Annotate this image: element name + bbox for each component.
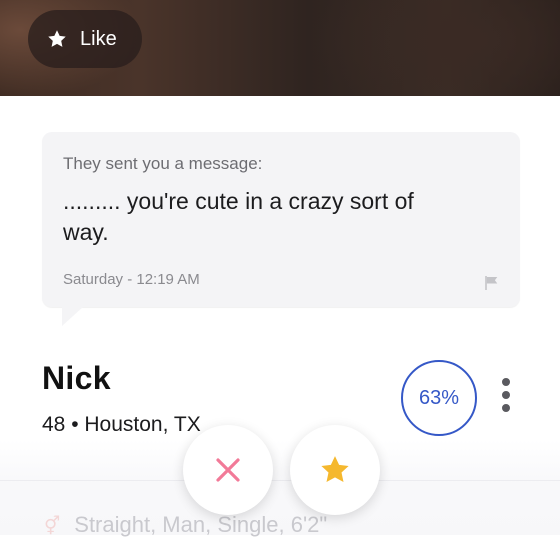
profile-age-location: 48 • Houston, TX	[42, 413, 201, 436]
pass-button[interactable]	[183, 425, 273, 515]
star-icon	[48, 30, 66, 47]
like-button[interactable]: Like	[28, 10, 142, 68]
star-icon	[321, 456, 349, 483]
match-percentage-badge[interactable]: 63%	[401, 360, 477, 436]
profile-details-text: Straight, Man, Single, 6'2"	[74, 512, 328, 537]
message-heading: They sent you a message:	[63, 154, 263, 173]
divider	[0, 480, 560, 481]
flag-icon[interactable]	[484, 275, 500, 291]
person-icon: ⚥	[44, 516, 61, 536]
close-icon	[216, 458, 240, 482]
profile-details: ⚥ Straight, Man, Single, 6'2"	[44, 512, 327, 538]
profile-name: Nick	[42, 360, 111, 396]
superlike-button[interactable]	[290, 425, 380, 515]
like-button-label: Like	[80, 27, 117, 50]
message-text: ......... you're cute in a crazy sort of…	[63, 188, 414, 245]
message-timestamp: Saturday - 12:19 AM	[63, 271, 200, 288]
message-tail	[62, 306, 84, 326]
more-options-icon[interactable]	[498, 378, 514, 418]
message-card: They sent you a message: ......... you'r…	[42, 132, 520, 307]
